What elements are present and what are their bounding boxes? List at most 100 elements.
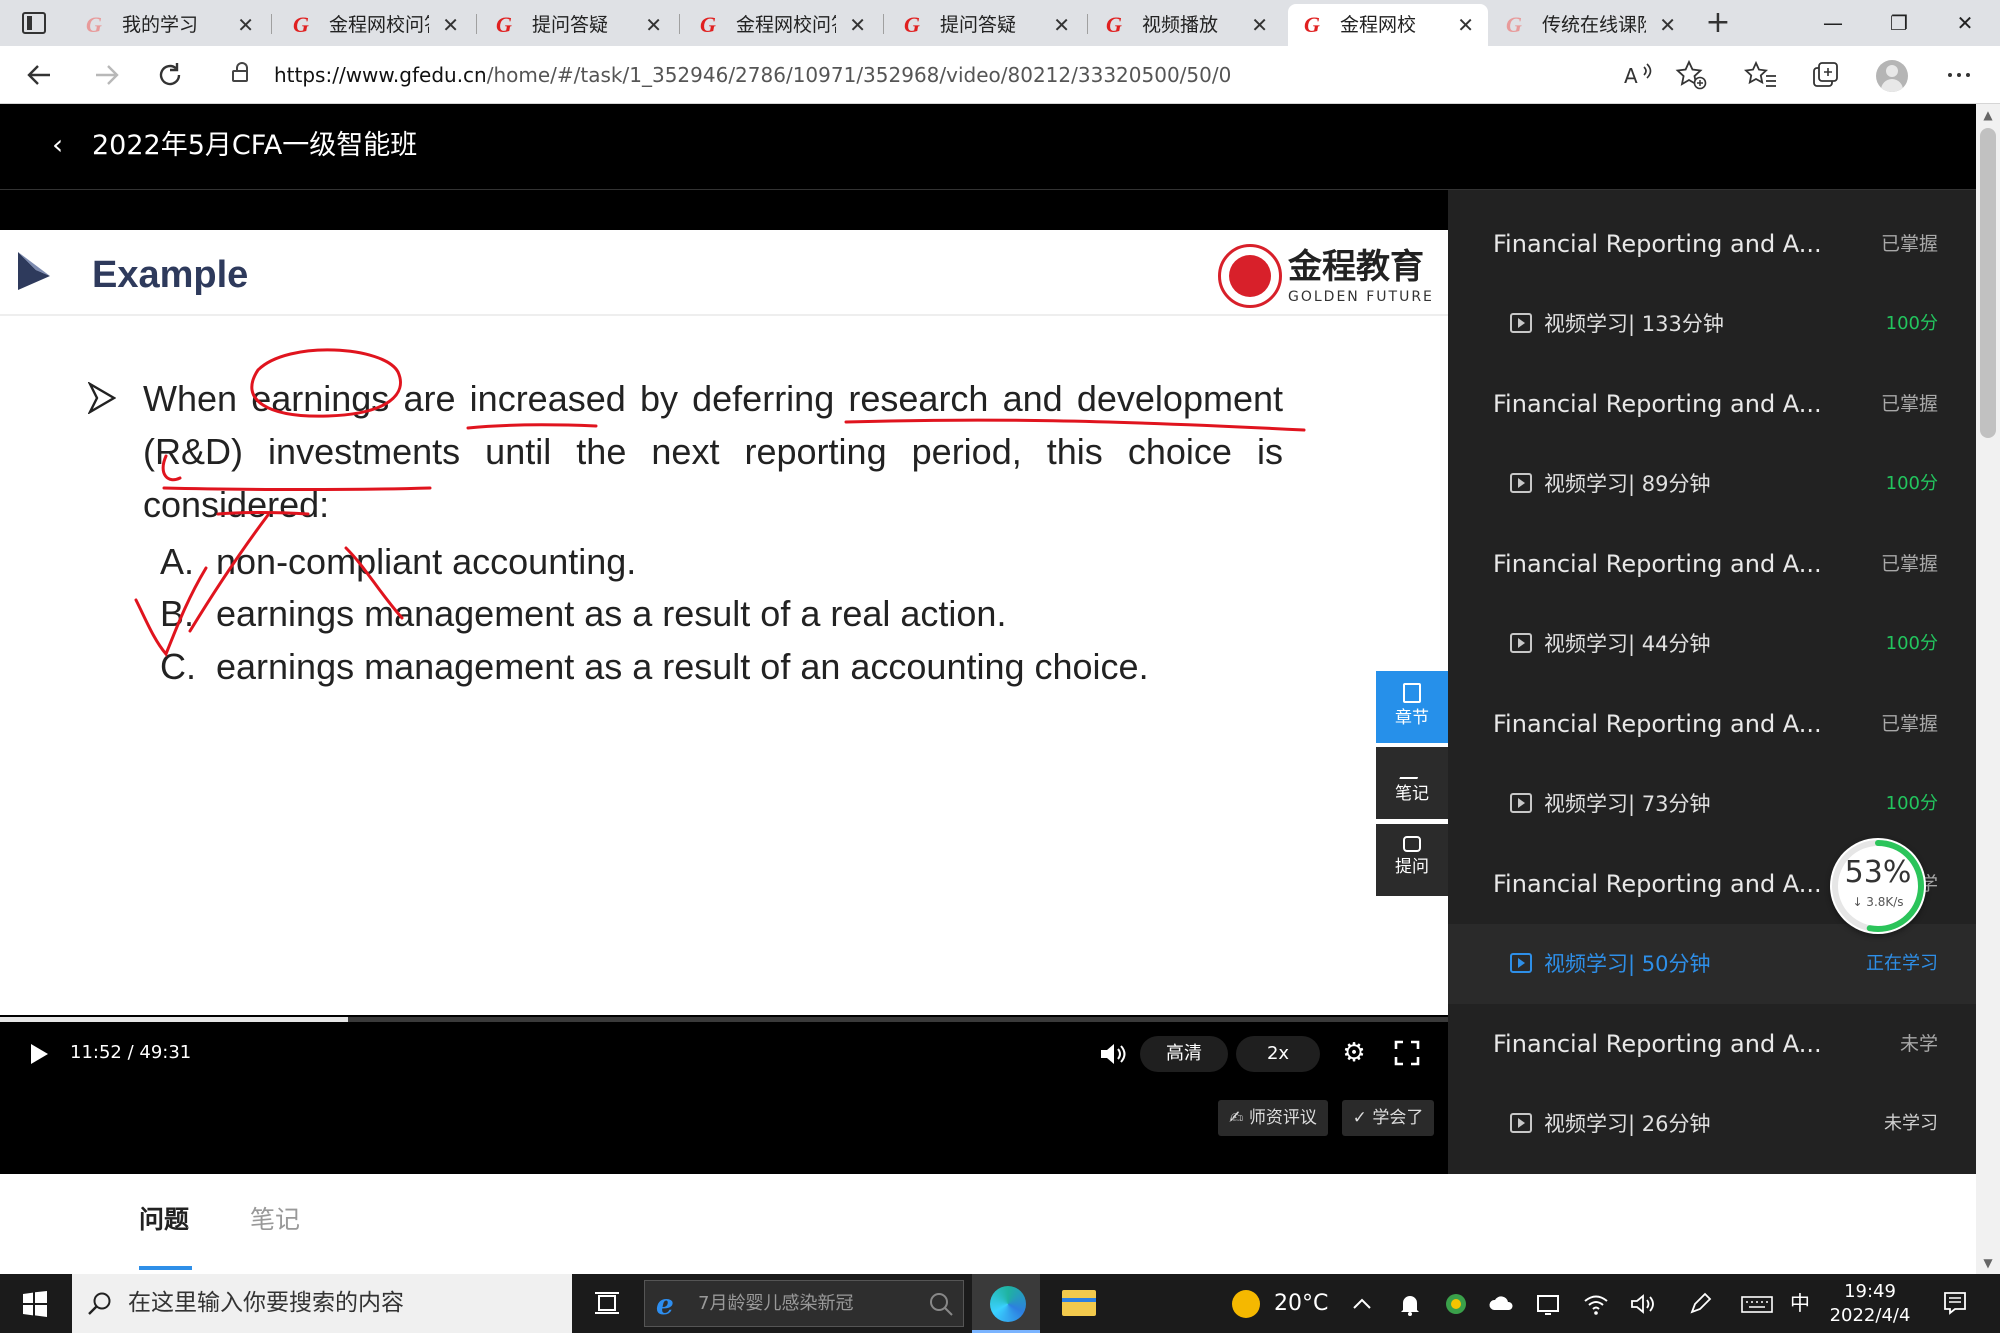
speed-button[interactable]: 2x xyxy=(1236,1036,1320,1072)
mark-learned-button[interactable]: ✓ 学会了 xyxy=(1342,1100,1434,1136)
settings-gear-icon[interactable]: ⚙ xyxy=(1340,1038,1368,1068)
action-center-icon[interactable] xyxy=(1942,1290,1968,1316)
download-speed-widget[interactable]: 53% ↓ 3.8K/s xyxy=(1830,838,1926,934)
video-lesson-row[interactable]: 视频学习| 26分钟 未学习 xyxy=(1448,1084,1976,1164)
pen-tray-icon[interactable] xyxy=(1686,1290,1714,1318)
scroll-thumb[interactable] xyxy=(1980,128,1996,438)
notes-tool-button[interactable]: 笔记 xyxy=(1376,747,1448,819)
tab-close-icon[interactable]: ✕ xyxy=(1659,4,1676,46)
video-lesson-row[interactable]: 视频学习| 50分钟 正在学习 xyxy=(1448,924,1976,1004)
notification-bell-icon[interactable] xyxy=(1396,1290,1424,1318)
chapter-status: 已掌握 xyxy=(1880,553,1938,575)
browser-tab[interactable]: G 我的学习 ✕ xyxy=(70,4,268,46)
keyboard-icon[interactable] xyxy=(1740,1290,1773,1318)
video-lesson-label: 视频学习| 44分钟 xyxy=(1544,632,1711,656)
maximize-button[interactable]: ❐ xyxy=(1866,0,1932,46)
video-lesson-row[interactable]: 视频学习| 133分钟 100分 xyxy=(1448,284,1976,364)
video-lesson-row[interactable]: 视频学习| 89分钟 100分 xyxy=(1448,444,1976,524)
lock-icon[interactable] xyxy=(232,62,248,82)
tab-title: 视频播放 xyxy=(1142,14,1219,36)
browser-tab[interactable]: G 金程网校 ✕ xyxy=(1288,4,1488,46)
collections-icon[interactable] xyxy=(1806,56,1844,94)
address-bar: https://www.gfedu.cn/home/#/task/1_35294… xyxy=(0,46,2000,104)
tray-monitor-icon[interactable] xyxy=(1534,1290,1562,1318)
back-arrow-icon[interactable] xyxy=(20,56,60,94)
browser-tab[interactable]: G 传统在线课阶 ✕ xyxy=(1490,4,1690,46)
video-lesson-label: 视频学习| 50分钟 xyxy=(1544,952,1711,976)
chapter-row[interactable]: Financial Reporting and A... 已掌握 xyxy=(1448,204,1976,284)
browser-tab[interactable]: G 金程网校问答 ✕ xyxy=(277,4,473,46)
forward-arrow-icon[interactable] xyxy=(86,56,126,94)
task-view-icon[interactable] xyxy=(594,1290,620,1316)
browser-tab[interactable]: G 金程网校问答 ✕ xyxy=(684,4,880,46)
add-favorite-icon[interactable] xyxy=(1672,56,1710,94)
video-play-icon xyxy=(1510,1113,1532,1133)
scroll-down-icon[interactable]: ▼ xyxy=(1980,1256,1996,1270)
chapter-title: Financial Reporting and A... xyxy=(1493,710,1822,738)
speed-rate: ↓ 3.8K/s xyxy=(1852,895,1904,909)
teacher-review-button[interactable]: ✍ 师资评议 xyxy=(1218,1100,1328,1136)
play-icon[interactable] xyxy=(28,1042,50,1066)
tab-title: 提问答疑 xyxy=(940,14,1017,36)
read-aloud-icon[interactable]: A xyxy=(1618,56,1656,94)
tab-close-icon[interactable]: ✕ xyxy=(849,4,866,46)
onedrive-cloud-icon[interactable] xyxy=(1488,1290,1516,1318)
progress-bar[interactable] xyxy=(0,1017,1448,1022)
tab-close-icon[interactable]: ✕ xyxy=(237,4,254,46)
url-text[interactable]: https://www.gfedu.cn/home/#/task/1_35294… xyxy=(274,46,1231,104)
tab-close-icon[interactable]: ✕ xyxy=(442,4,459,46)
wifi-icon[interactable] xyxy=(1582,1290,1610,1318)
tray-chevron-up-icon[interactable] xyxy=(1348,1290,1376,1318)
profile-avatar[interactable] xyxy=(1876,60,1908,92)
tab-actions-icon[interactable] xyxy=(22,12,46,34)
browser-tab[interactable]: G 提问答疑 ✕ xyxy=(888,4,1084,46)
tab-close-icon[interactable]: ✕ xyxy=(1053,4,1070,46)
more-menu-icon[interactable] xyxy=(1940,56,1978,94)
volume-icon[interactable] xyxy=(1098,1040,1128,1068)
browser-tab[interactable]: G 视频播放 ✕ xyxy=(1090,4,1282,46)
tab-notes[interactable]: 笔记 xyxy=(250,1200,300,1240)
scroll-up-icon[interactable]: ▲ xyxy=(1980,108,1996,122)
tab-close-icon[interactable]: ✕ xyxy=(645,4,662,46)
fullscreen-icon[interactable] xyxy=(1394,1040,1420,1066)
quality-button[interactable]: 高清 xyxy=(1140,1036,1228,1072)
minimize-button[interactable]: — xyxy=(1800,0,1866,46)
favorites-icon[interactable] xyxy=(1742,56,1780,94)
ask-tool-button[interactable]: 提问 xyxy=(1376,824,1448,896)
input-method-indicator[interactable]: 中 xyxy=(1790,1274,1810,1333)
close-window-button[interactable]: ✕ xyxy=(1932,0,1998,46)
weather-temperature[interactable]: 20°C xyxy=(1274,1274,1328,1333)
tab-close-icon[interactable]: ✕ xyxy=(1251,4,1268,46)
chapter-row[interactable]: Financial Reporting and A... 未学 xyxy=(1448,1004,1976,1084)
new-tab-button[interactable]: + xyxy=(1703,4,1733,42)
video-lesson-row[interactable]: 视频学习| 44分钟 100分 xyxy=(1448,604,1976,684)
option-text: earnings management as a result of a rea… xyxy=(216,593,1007,634)
tab-separator xyxy=(476,14,477,34)
gfedu-favicon-icon: G xyxy=(700,12,716,37)
taskbar-search-placeholder: 在这里输入你要搜索的内容 xyxy=(128,1290,404,1316)
chapter-row[interactable]: Financial Reporting and A... 已掌握 xyxy=(1448,364,1976,444)
speed-percent: 53% xyxy=(1844,855,1912,890)
tab-questions[interactable]: 问题 xyxy=(139,1200,189,1240)
chapters-tool-button[interactable]: 章节 xyxy=(1376,671,1448,743)
gfedu-favicon-icon: G xyxy=(1304,12,1320,37)
video-player[interactable]: Example 金程教育 GOLDEN FUTURE When earnings… xyxy=(0,190,1448,1274)
clock-date[interactable]: 2022/4/4 xyxy=(1822,1304,1918,1328)
chapter-row[interactable]: Financial Reporting and A... 已掌握 xyxy=(1448,524,1976,604)
option-text: non-compliant accounting. xyxy=(216,541,637,582)
tab-close-icon[interactable]: ✕ xyxy=(1457,4,1474,46)
clock-time[interactable]: 19:49 xyxy=(1830,1280,1910,1304)
web-page: ‹ 2022年5月CFA一级智能班 Example 金程教育 GOLDEN FU… xyxy=(0,104,1976,1274)
course-back-button[interactable]: ‹ xyxy=(52,130,74,160)
chapter-title: Financial Reporting and A... xyxy=(1493,230,1822,258)
reload-icon[interactable] xyxy=(150,56,190,94)
brand-subtitle: GOLDEN FUTURE xyxy=(1288,289,1434,305)
video-lesson-score: 100分 xyxy=(1885,633,1938,654)
video-lesson-row[interactable]: 视频学习| 73分钟 100分 xyxy=(1448,764,1976,844)
speaker-icon[interactable] xyxy=(1628,1290,1656,1318)
windows-start-icon[interactable] xyxy=(22,1291,48,1317)
tray-app-icon[interactable] xyxy=(1442,1290,1470,1318)
browser-tab[interactable]: G 提问答疑 ✕ xyxy=(480,4,676,46)
chapter-row[interactable]: Financial Reporting and A... 已掌握 xyxy=(1448,684,1976,764)
weather-sun-icon[interactable] xyxy=(1232,1290,1260,1318)
